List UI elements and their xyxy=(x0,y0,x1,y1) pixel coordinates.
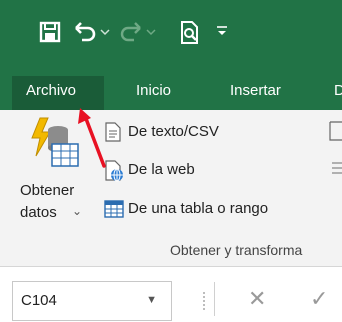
annotation-arrow xyxy=(78,108,106,168)
